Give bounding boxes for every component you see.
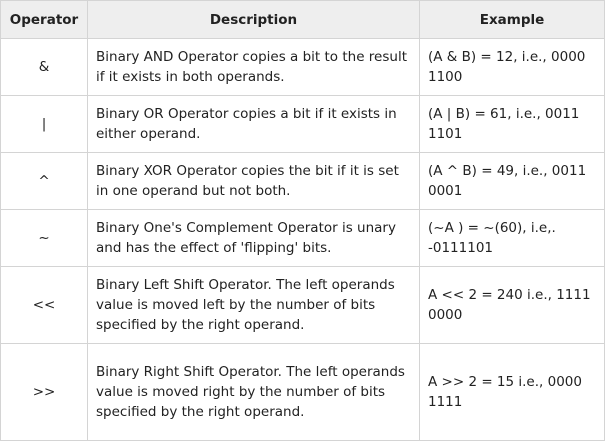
operator-cell: ^: [0, 152, 88, 210]
table-row: | Binary OR Operator copies a bit if it …: [0, 95, 605, 153]
description-cell: Binary XOR Operator copies the bit if it…: [87, 152, 420, 210]
bitwise-operators-table: Operator Description Example & Binary AN…: [0, 0, 605, 441]
table-row: << Binary Left Shift Operator. The left …: [0, 266, 605, 344]
description-cell: Binary Left Shift Operator. The left ope…: [87, 266, 420, 344]
table-body: & Binary AND Operator copies a bit to th…: [0, 38, 605, 441]
example-cell: (A | B) = 61, i.e., 0011 1101: [419, 95, 605, 153]
table-row: >> Binary Right Shift Operator. The left…: [0, 343, 605, 441]
description-cell: Binary Right Shift Operator. The left op…: [87, 343, 420, 441]
header-operator: Operator: [0, 0, 88, 39]
example-cell: (~A ) = ~(60), i.e,. -0111101: [419, 209, 605, 267]
operator-cell: |: [0, 95, 88, 153]
description-cell: Binary OR Operator copies a bit if it ex…: [87, 95, 420, 153]
header-description: Description: [87, 0, 420, 39]
header-row: Operator Description Example: [0, 0, 605, 39]
table-row: & Binary AND Operator copies a bit to th…: [0, 38, 605, 96]
description-cell: Binary AND Operator copies a bit to the …: [87, 38, 420, 96]
operator-cell: >>: [0, 343, 88, 441]
header-example: Example: [419, 0, 605, 39]
operator-cell: <<: [0, 266, 88, 344]
example-cell: A << 2 = 240 i.e., 1111 0000: [419, 266, 605, 344]
operator-cell: &: [0, 38, 88, 96]
operator-cell: ~: [0, 209, 88, 267]
table-row: ^ Binary XOR Operator copies the bit if …: [0, 152, 605, 210]
example-cell: (A ^ B) = 49, i.e., 0011 0001: [419, 152, 605, 210]
example-cell: (A & B) = 12, i.e., 0000 1100: [419, 38, 605, 96]
table-row: ~ Binary One's Complement Operator is un…: [0, 209, 605, 267]
example-cell: A >> 2 = 15 i.e., 0000 1111: [419, 343, 605, 441]
description-cell: Binary One's Complement Operator is unar…: [87, 209, 420, 267]
table-header: Operator Description Example: [0, 0, 605, 39]
